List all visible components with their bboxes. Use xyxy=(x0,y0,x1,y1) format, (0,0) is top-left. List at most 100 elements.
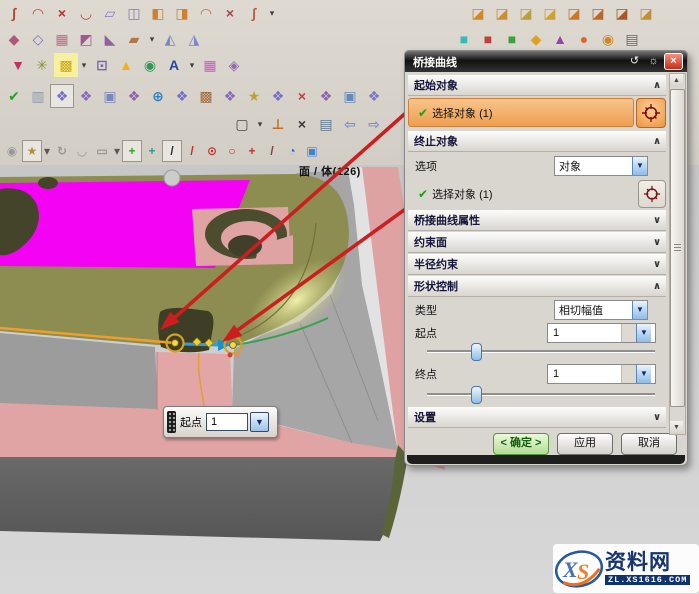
snap-point-icon[interactable]: + xyxy=(142,139,162,163)
section-end-object[interactable]: 终止对象 ∧ xyxy=(408,131,666,152)
spinner-arrow-icon[interactable]: ▼ xyxy=(636,324,651,342)
form-6-icon[interactable]: ❖ xyxy=(170,84,194,108)
sheet-edit-icon[interactable]: ▱ xyxy=(98,1,122,25)
scroll-up-icon[interactable]: ▲ xyxy=(670,74,683,87)
gear-feature-icon[interactable]: ✳ xyxy=(30,53,54,77)
section-radius-constraint[interactable]: 半径约束 ∨ xyxy=(408,254,666,275)
form-2-icon[interactable]: ❖ xyxy=(74,84,98,108)
box3d-feature-icon[interactable]: ◈ xyxy=(222,53,246,77)
form-4-icon[interactable]: ❖ xyxy=(122,84,146,108)
scrollbar-thumb[interactable] xyxy=(670,89,685,407)
smooth-curve-icon[interactable]: ∫ xyxy=(242,1,266,25)
form-9-icon[interactable]: ★ xyxy=(242,84,266,108)
scroll-down-icon[interactable]: ▼ xyxy=(670,421,683,434)
redo-icon[interactable]: ⇨ xyxy=(362,112,386,136)
chevron-down-icon[interactable]: ▼ xyxy=(632,157,647,175)
start-spinner[interactable]: 1 ▼ xyxy=(547,323,656,343)
enlarge-right-icon[interactable]: ◨ xyxy=(170,1,194,25)
snap-center-icon[interactable]: ⊙ xyxy=(202,139,222,163)
pad-solid-icon[interactable]: ◆ xyxy=(524,27,548,51)
select-more-icon[interactable]: ▾ xyxy=(112,139,122,163)
cube-angle-icon[interactable]: ◪ xyxy=(586,1,610,25)
patch-surface-icon[interactable]: ▰ xyxy=(122,27,146,51)
select-start-button[interactable] xyxy=(636,98,666,128)
text-more-icon[interactable]: ▾ xyxy=(186,53,198,77)
lattice-surface-icon[interactable]: ▦ xyxy=(50,27,74,51)
join-curve-icon[interactable]: ◠ xyxy=(26,1,50,25)
block-solid-icon[interactable]: ■ xyxy=(452,27,476,51)
end-slider[interactable] xyxy=(427,387,655,401)
cube-add-icon[interactable]: ◪ xyxy=(466,1,490,25)
display-mode-icon[interactable]: ▢ xyxy=(230,112,254,136)
datum-abs-icon[interactable]: ⊥ xyxy=(266,112,290,136)
end-spinner[interactable]: 1 ▼ xyxy=(547,364,656,384)
hole-solid-icon[interactable]: ◉ xyxy=(596,27,620,51)
surface-more-icon[interactable]: ▾ xyxy=(146,27,158,51)
trim-curve-icon[interactable]: × xyxy=(50,1,74,25)
section-start-object[interactable]: 起始对象 ∧ xyxy=(408,75,666,96)
information-icon[interactable]: ▤ xyxy=(314,112,338,136)
form-13-icon[interactable]: ▣ xyxy=(338,84,362,108)
star-nav-icon[interactable]: ★ xyxy=(22,140,42,162)
apply-button[interactable]: 应用 xyxy=(557,433,613,455)
reset-icon[interactable]: ↺ xyxy=(626,54,643,69)
offset-sheet-icon[interactable]: ◮ xyxy=(182,27,206,51)
cube-paste-icon[interactable]: ◪ xyxy=(514,1,538,25)
drag-handle[interactable] xyxy=(167,411,176,433)
mini-start-input[interactable] xyxy=(206,413,248,431)
gear-icon[interactable]: ☼ xyxy=(645,54,662,69)
cone-solid-icon[interactable]: ▲ xyxy=(548,27,572,51)
sheet-mirror-icon[interactable]: ◫ xyxy=(122,1,146,25)
type-combo[interactable]: 相切幅值 ▼ xyxy=(554,300,648,320)
cube-edit-icon[interactable]: ◪ xyxy=(562,1,586,25)
display-more-icon[interactable]: ▾ xyxy=(254,112,266,136)
boss-solid-icon[interactable]: ■ xyxy=(476,27,500,51)
snap-tangent-icon[interactable]: / xyxy=(262,139,282,163)
chevron-down-icon[interactable]: ▼ xyxy=(632,301,647,319)
close-icon[interactable]: × xyxy=(664,53,683,70)
snap-enable-icon[interactable]: + xyxy=(122,140,142,162)
orbit-icon[interactable]: ◉ xyxy=(2,139,22,163)
cube-copy-icon[interactable]: ◪ xyxy=(634,1,658,25)
print-icon[interactable]: ▤ xyxy=(620,27,644,51)
select-start-object-row[interactable]: ✔ 选择对象 (1) xyxy=(408,97,666,128)
snap-midpoint-icon[interactable]: / xyxy=(182,139,202,163)
form-1-icon[interactable]: ❖ xyxy=(50,84,74,108)
select-end-button[interactable] xyxy=(638,180,666,208)
section-settings[interactable]: 设置 ∨ xyxy=(408,407,666,428)
dialog-titlebar[interactable]: 桥接曲线 ↺ ☼ × xyxy=(405,51,687,72)
snap-endpoint-icon[interactable]: / xyxy=(162,140,182,162)
section-bridge-properties[interactable]: 桥接曲线属性 ∨ xyxy=(408,210,666,231)
pan-view-icon[interactable]: ◡ xyxy=(72,139,92,163)
cube-cone-icon[interactable]: ◪ xyxy=(538,1,562,25)
form-5-icon[interactable]: ⊕ xyxy=(146,84,170,108)
start-slider-thumb[interactable] xyxy=(471,343,482,361)
snap-quadrant-icon[interactable]: ◔ xyxy=(282,139,302,163)
law-curve-icon[interactable]: ◠ xyxy=(194,1,218,25)
wcs-toggle-icon[interactable]: × xyxy=(290,112,314,136)
form-8-icon[interactable]: ❖ xyxy=(218,84,242,108)
spline-delete-icon[interactable]: × xyxy=(218,1,242,25)
box-feature-icon[interactable]: ▩ xyxy=(54,53,78,77)
form-14-icon[interactable]: ❖ xyxy=(362,84,386,108)
refresh-view-icon[interactable]: ↻ xyxy=(52,139,72,163)
ok-button[interactable]: < 确定 > xyxy=(493,433,549,455)
divide-curve-icon[interactable]: ◡ xyxy=(74,1,98,25)
star-more-icon[interactable]: ▾ xyxy=(42,139,52,163)
clipboard-icon[interactable]: ⊡ xyxy=(90,53,114,77)
cube-delete-icon[interactable]: ◪ xyxy=(610,1,634,25)
trim-sheet-icon[interactable]: ◭ xyxy=(158,27,182,51)
cube-draft-icon[interactable]: ◪ xyxy=(490,1,514,25)
cancel-button[interactable]: 取消 xyxy=(621,433,677,455)
text-tool-icon[interactable]: A xyxy=(162,53,186,77)
ruled-surface-icon[interactable]: ◇ xyxy=(26,27,50,51)
dialog-scrollbar[interactable]: ▲ ▼ xyxy=(669,73,686,435)
ok-check-icon[interactable]: ✔ xyxy=(2,84,26,108)
bridge-curve-icon[interactable]: ∫ xyxy=(2,1,26,25)
fold-surface-icon[interactable]: ◩ xyxy=(74,27,98,51)
snap-circle-icon[interactable]: ○ xyxy=(222,139,242,163)
select-rect-icon[interactable]: ▭ xyxy=(92,139,112,163)
swept-surface-icon[interactable]: ◆ xyxy=(2,27,26,51)
section-constraint-face[interactable]: 约束面 ∨ xyxy=(408,232,666,253)
form-10-icon[interactable]: ❖ xyxy=(266,84,290,108)
